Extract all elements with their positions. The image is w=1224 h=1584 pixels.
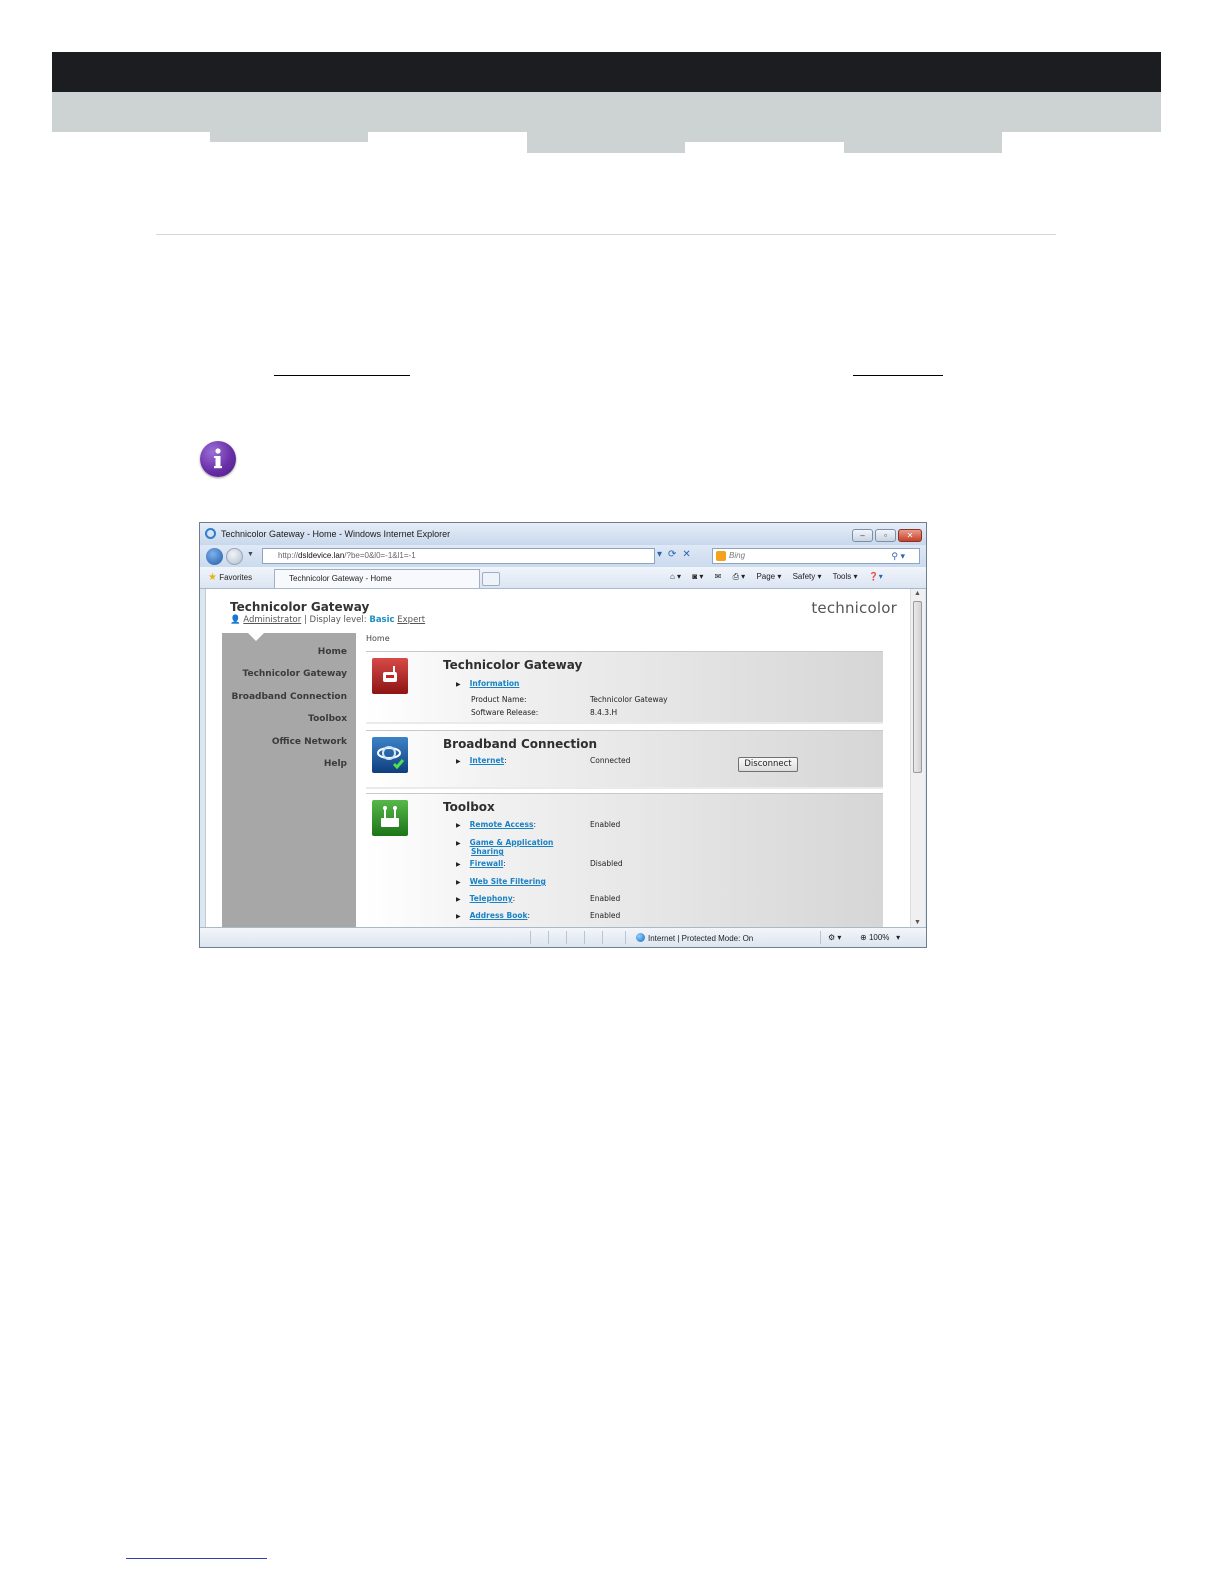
window-titlebar: Technicolor Gateway - Home - Windows Int…	[200, 523, 926, 545]
new-tab-button[interactable]	[482, 572, 500, 586]
home-icon[interactable]: ⌂ ▾	[670, 572, 681, 581]
header-tab-segment	[685, 132, 844, 142]
sidebar-item-broadband-connection[interactable]: Broadband Connection	[231, 692, 347, 702]
level-basic[interactable]: Basic	[369, 615, 394, 625]
section-divider	[156, 234, 1056, 235]
window-title: Technicolor Gateway - Home - Windows Int…	[221, 529, 451, 539]
address-book-link[interactable]: Address Book	[470, 911, 528, 920]
globe-icon	[636, 933, 645, 942]
card-title: Toolbox	[443, 800, 495, 814]
help-icon[interactable]: ❓▾	[869, 572, 883, 581]
tools-menu[interactable]: Tools ▾	[833, 572, 858, 581]
popup-icon[interactable]: ⚙ ▾	[828, 933, 841, 942]
disconnect-button[interactable]: Disconnect	[738, 757, 798, 772]
internet-link[interactable]: Internet	[470, 756, 505, 765]
product-name-row: Product Name: Technicolor Gateway	[471, 695, 668, 704]
card-title: Broadband Connection	[443, 737, 598, 751]
favorites-bar: ★ Favorites Technicolor Gateway - Home ⌂…	[200, 567, 926, 589]
tab-current[interactable]: Technicolor Gateway - Home	[274, 569, 480, 588]
hyperlink-underline[interactable]	[853, 375, 943, 376]
user-icon: 👤	[230, 615, 241, 625]
ie-logo-icon	[205, 528, 216, 539]
footer-link-underline[interactable]	[126, 1558, 267, 1559]
toolbox-row: Sharing	[471, 847, 504, 856]
minimize-button[interactable]: –	[852, 529, 873, 542]
page-subheader-bar	[52, 92, 1161, 132]
sidebar-nav: Home Technicolor Gateway Broadband Conne…	[222, 632, 356, 927]
software-release-row: Software Release: 8.4.3.H	[471, 708, 618, 717]
address-actions[interactable]: ▾⟳✕	[657, 549, 697, 560]
status-bar: Internet | Protected Mode: On ⚙ ▾ ⊕ 100%…	[200, 927, 926, 947]
navigation-bar: ▼ http://dsldevice.lan/?be=0&l0=-1&l1=-1…	[200, 545, 926, 567]
star-icon: ★	[208, 572, 217, 583]
toolbox-card: Toolbox ▶ Remote Access: Enabled ▶ Game & A…	[366, 793, 883, 928]
broadband-card: Broadband Connection ▶ Internet: Connected…	[366, 730, 883, 787]
user-link[interactable]: Administrator	[243, 615, 301, 625]
header-tab-segment	[844, 132, 1002, 153]
info-note-icon	[200, 441, 236, 477]
hyperlink-underline[interactable]	[274, 375, 410, 376]
toolbox-icon[interactable]	[372, 800, 408, 836]
internet-row: ▶ Internet: Connected	[456, 756, 631, 765]
sidebar-item-office-network[interactable]: Office Network	[272, 737, 347, 747]
toolbox-row: ▶ Address Book: Enabled	[456, 911, 621, 920]
search-icon[interactable]: ⚲ ▾	[891, 549, 905, 563]
browser-screenshot: Technicolor Gateway - Home - Windows Int…	[199, 522, 927, 948]
user-line: 👤 Administrator | Display level: Basic E…	[230, 615, 426, 625]
close-button[interactable]: ✕	[898, 529, 922, 542]
back-button[interactable]	[206, 548, 223, 565]
mail-icon[interactable]: ✉	[715, 572, 722, 581]
technicolor-logo: technicolor	[811, 599, 897, 617]
page-menu[interactable]: Page ▾	[756, 572, 781, 581]
toolbox-row: ▶ Web Site Filtering	[456, 877, 546, 886]
sidebar-item-help[interactable]: Help	[324, 759, 347, 769]
address-bar[interactable]: http://dsldevice.lan/?be=0&l0=-1&l1=-1	[262, 548, 655, 564]
header-tab-segment	[527, 132, 685, 153]
gateway-card: Technicolor Gateway ▶ Information Product…	[366, 651, 883, 722]
gateway-title: Technicolor Gateway	[230, 600, 370, 614]
toolbox-row: ▶ Firewall: Disabled	[456, 859, 623, 868]
search-input[interactable]: Bing ⚲ ▾	[712, 548, 920, 564]
telephony-link[interactable]: Telephony	[470, 894, 513, 903]
restore-button[interactable]: ▫	[875, 529, 896, 542]
page-header-bar	[52, 52, 1161, 92]
print-icon[interactable]: ⎙ ▾	[733, 572, 746, 581]
forward-button[interactable]	[226, 548, 243, 565]
toolbox-row: ▶ Telephony: Enabled	[456, 894, 621, 903]
web-site-filtering-link[interactable]: Web Site Filtering	[470, 877, 546, 886]
page-content: Technicolor Gateway 👤 Administrator | Di…	[205, 589, 911, 928]
command-bar: ⌂ ▾ ◙ ▾ ✉ ⎙ ▾ Page ▾ Safety ▾ Tools ▾ ❓▾	[670, 572, 892, 582]
information-row: ▶ Information	[456, 679, 520, 688]
remote-access-link[interactable]: Remote Access	[470, 820, 534, 829]
header-tab-segment	[210, 132, 368, 142]
zoom-level[interactable]: ⊕ 100% ▾	[860, 933, 900, 942]
vertical-scrollbar[interactable]: ▲ ▼	[910, 589, 925, 927]
favorites-button[interactable]: ★ Favorites	[208, 572, 252, 583]
sidebar-item-home[interactable]: Home	[318, 647, 347, 657]
bing-icon	[716, 551, 726, 561]
safety-menu[interactable]: Safety ▾	[793, 572, 822, 581]
globe-icon[interactable]	[372, 737, 408, 773]
breadcrumb: Home	[366, 634, 390, 643]
game-sharing-link[interactable]: Game & Application	[470, 838, 554, 847]
sidebar-item-technicolor-gateway[interactable]: Technicolor Gateway	[243, 669, 347, 679]
toolbox-row: ▶ Game & Application	[456, 838, 554, 847]
security-zone: Internet | Protected Mode: On	[636, 933, 753, 943]
recent-pages-dropdown-icon[interactable]: ▼	[247, 551, 254, 558]
firewall-link[interactable]: Firewall	[470, 859, 504, 868]
information-link[interactable]: Information	[470, 679, 520, 688]
internet-status: Connected	[590, 756, 631, 765]
scrollbar-thumb[interactable]	[913, 601, 922, 773]
toolbox-row: ▶ Remote Access: Enabled	[456, 820, 621, 829]
feeds-icon[interactable]: ◙ ▾	[692, 572, 703, 581]
game-sharing-link-cont[interactable]: Sharing	[471, 847, 504, 856]
gateway-icon[interactable]	[372, 658, 408, 694]
sidebar-item-toolbox[interactable]: Toolbox	[308, 714, 347, 724]
card-title: Technicolor Gateway	[443, 658, 583, 672]
level-expert-link[interactable]: Expert	[397, 615, 425, 625]
